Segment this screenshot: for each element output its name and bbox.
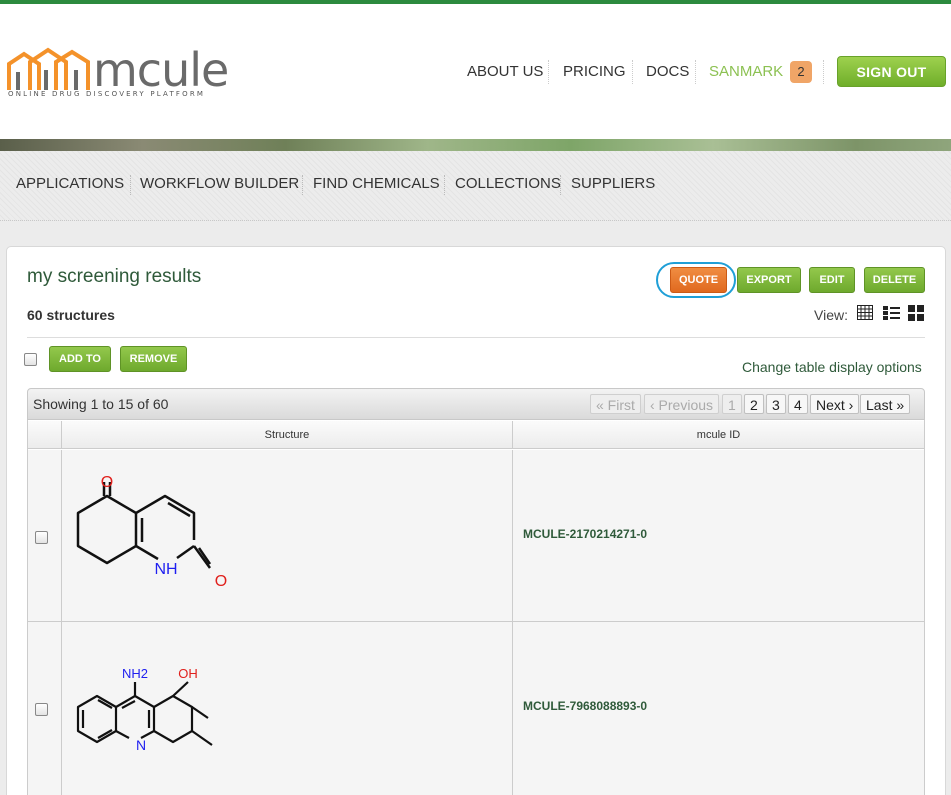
nav-divider bbox=[560, 175, 561, 195]
view-label: View: bbox=[814, 307, 848, 323]
nav-user-account[interactable]: SANMARK bbox=[709, 57, 783, 87]
select-all-checkbox[interactable] bbox=[24, 353, 37, 366]
nav-suppliers[interactable]: SUPPLIERS bbox=[571, 175, 655, 192]
nav-divider bbox=[302, 175, 303, 195]
nav-about-us[interactable]: ABOUT US bbox=[467, 57, 543, 87]
page-button-3[interactable]: 3 bbox=[766, 394, 786, 414]
sign-out-button[interactable]: SIGN OUT bbox=[837, 56, 946, 87]
edit-button[interactable]: EDIT bbox=[809, 267, 855, 293]
row-checkbox[interactable] bbox=[35, 703, 48, 716]
page-button-2[interactable]: 2 bbox=[744, 394, 764, 414]
page-button-1[interactable]: 1 bbox=[722, 394, 742, 414]
nav-divider bbox=[632, 60, 633, 84]
logo-tagline: ONLINE DRUG DISCOVERY PLATFORM bbox=[8, 90, 206, 98]
nav-docs[interactable]: DOCS bbox=[646, 57, 689, 87]
atom-label: N bbox=[136, 737, 146, 753]
showing-count: Showing 1 to 15 of 60 bbox=[33, 396, 169, 412]
export-button[interactable]: EXPORT bbox=[737, 267, 801, 293]
last-page-button[interactable]: Last » bbox=[860, 394, 911, 414]
structure-count: 60 structures bbox=[27, 307, 115, 323]
first-page-button[interactable]: « First bbox=[590, 394, 641, 414]
nav-pricing[interactable]: PRICING bbox=[563, 57, 626, 87]
select-column-header bbox=[28, 421, 62, 449]
atom-label: O bbox=[215, 573, 227, 590]
structure-image[interactable]: O NH O bbox=[70, 468, 240, 608]
notification-badge[interactable]: 2 bbox=[790, 61, 812, 83]
mcule-id-link[interactable]: MCULE-7968088893-0 bbox=[523, 699, 647, 713]
table-view-icon[interactable] bbox=[857, 305, 874, 321]
nav-divider bbox=[130, 175, 131, 195]
next-page-button[interactable]: Next › bbox=[810, 394, 860, 414]
change-table-display-link[interactable]: Change table display options bbox=[742, 359, 922, 375]
mcule-id-link[interactable]: MCULE-2170214271-0 bbox=[523, 527, 647, 541]
grid-view-icon[interactable] bbox=[908, 305, 925, 321]
nav-divider bbox=[695, 60, 696, 84]
atom-label: NH2 bbox=[122, 666, 148, 681]
atom-label: NH bbox=[154, 561, 177, 578]
atom-label: O bbox=[101, 474, 113, 491]
previous-page-button[interactable]: ‹ Previous bbox=[644, 394, 720, 414]
nav-divider bbox=[444, 175, 445, 195]
decorative-banner bbox=[0, 139, 951, 151]
nav-collections[interactable]: COLLECTIONS bbox=[455, 175, 561, 192]
nav-applications[interactable]: APPLICATIONS bbox=[16, 175, 124, 192]
structure-column-header[interactable]: Structure bbox=[62, 421, 513, 449]
page-button-4[interactable]: 4 bbox=[788, 394, 808, 414]
add-to-button[interactable]: ADD TO bbox=[49, 346, 111, 372]
nav-divider bbox=[823, 60, 824, 84]
quote-button[interactable]: QUOTE bbox=[670, 267, 727, 293]
divider bbox=[27, 337, 925, 338]
column-divider bbox=[61, 450, 62, 795]
atom-label: OH bbox=[178, 666, 198, 681]
structure-image[interactable]: NH2 OH N bbox=[70, 660, 240, 760]
nav-workflow-builder[interactable]: WORKFLOW BUILDER bbox=[140, 175, 299, 192]
main-navigation: APPLICATIONS WORKFLOW BUILDER FIND CHEMI… bbox=[0, 151, 951, 221]
nav-find-chemicals[interactable]: FIND CHEMICALS bbox=[313, 175, 440, 192]
column-divider bbox=[512, 450, 513, 795]
mcule-id-column-header[interactable]: mcule ID bbox=[513, 421, 924, 449]
row-checkbox[interactable] bbox=[35, 531, 48, 544]
remove-button[interactable]: REMOVE bbox=[120, 346, 187, 372]
nav-divider bbox=[548, 60, 549, 84]
delete-button[interactable]: DELETE bbox=[864, 267, 925, 293]
collection-title: my screening results bbox=[27, 266, 202, 287]
list-view-icon[interactable] bbox=[883, 305, 900, 321]
